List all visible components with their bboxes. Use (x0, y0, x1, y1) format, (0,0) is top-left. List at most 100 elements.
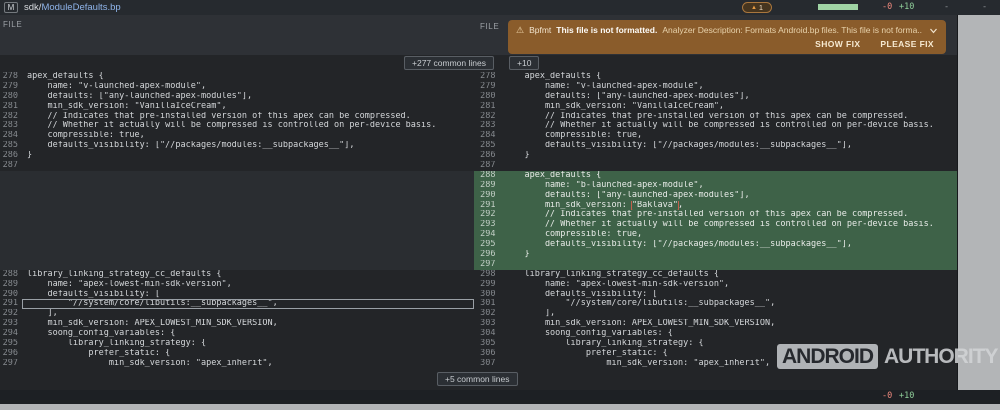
diff-row-added: 295 defaults_visibility: ["//packages/mo… (0, 240, 957, 250)
banner-title: This file is not formatted. (556, 25, 657, 35)
left-code-line: library_linking_strategy: { (22, 339, 474, 349)
right-line-number[interactable]: 305 (474, 339, 503, 349)
right-code-line: defaults_visibility: [ (502, 290, 957, 300)
right-line-number[interactable]: 284 (474, 131, 503, 141)
right-line-number[interactable]: 307 (474, 359, 503, 369)
left-line-number[interactable]: 285 (0, 141, 22, 151)
left-line-number[interactable]: 293 (0, 319, 22, 329)
warning-count-badge[interactable]: ▲ 1 (742, 2, 772, 13)
right-code-line: compressible: true, (502, 131, 957, 141)
right-code-line: "//system/core/libutils:__subpackages__"… (502, 299, 957, 309)
expand-ten-lines-button[interactable]: +10 (509, 56, 539, 70)
banner-description: Analyzer Description: Formats Android.bp… (662, 25, 922, 35)
right-line-number[interactable]: 280 (474, 92, 503, 102)
left-line-number[interactable]: 283 (0, 121, 22, 131)
right-line-number[interactable]: 281 (474, 102, 503, 112)
left-line-number[interactable]: 288 (0, 270, 22, 280)
right-line-number[interactable]: 302 (474, 309, 503, 319)
right-code-line-added (502, 260, 957, 270)
left-line-number[interactable]: 287 (0, 161, 22, 171)
right-line-number[interactable]: 290 (474, 191, 503, 201)
right-line-number[interactable]: 296 (474, 250, 503, 260)
left-blank-cell (22, 240, 474, 250)
file-header-label-right: FILE (480, 22, 499, 31)
left-line-number[interactable]: 292 (0, 309, 22, 319)
left-blank-cell (22, 181, 474, 191)
diff-row-context: 293 min_sdk_version: APEX_LOWEST_MIN_SDK… (0, 319, 957, 329)
chevron-down-icon[interactable] (929, 26, 938, 35)
right-line-number[interactable]: 288 (474, 171, 503, 181)
right-code-line: // Whether it actually will be compresse… (502, 121, 957, 131)
left-code-line: // Whether it actually will be compresse… (22, 121, 474, 131)
left-blank-gutter (0, 220, 22, 230)
right-line-number[interactable]: 295 (474, 240, 503, 250)
left-line-number[interactable]: 278 (0, 72, 22, 82)
expand-five-common-lines-button[interactable]: +5 common lines (437, 372, 518, 386)
left-line-number[interactable]: 290 (0, 290, 22, 300)
right-line-number[interactable]: 294 (474, 230, 503, 240)
left-blank-gutter (0, 210, 22, 220)
left-code-line: defaults: ["any-launched-apex-modules"], (22, 92, 474, 102)
right-line-number[interactable]: 299 (474, 280, 503, 290)
right-line-number[interactable]: 301 (474, 299, 503, 309)
right-code-line-added: defaults_visibility: ["//packages/module… (502, 240, 957, 250)
diff-row-context: 283 // Whether it actually will be compr… (0, 121, 957, 131)
diff-row-context: 282 // Indicates that pre-installed vers… (0, 112, 957, 122)
left-line-number[interactable]: 291 (0, 299, 22, 309)
right-code-line: prefer_static: { (502, 349, 957, 359)
right-line-number[interactable]: 282 (474, 112, 503, 122)
right-line-number[interactable]: 287 (474, 161, 503, 171)
right-line-number[interactable]: 291 (474, 201, 503, 211)
diff-row-context: 279 name: "v-launched-apex-module",279 n… (0, 82, 957, 92)
right-line-number[interactable]: 279 (474, 82, 503, 92)
right-code-line: name: "apex-lowest-min-sdk-version", (502, 280, 957, 290)
right-code-line (502, 161, 957, 171)
diff-row-added: 291 min_sdk_version: "Baklava", (0, 201, 957, 211)
right-line-number[interactable]: 289 (474, 181, 503, 191)
right-line-number[interactable]: 300 (474, 290, 503, 300)
left-line-number[interactable]: 281 (0, 102, 22, 112)
right-line-number[interactable]: 306 (474, 349, 503, 359)
warning-icon: ⚠ (516, 25, 524, 35)
right-line-number[interactable]: 283 (474, 121, 503, 131)
lint-warning-banner[interactable]: ⚠ Bpfmt This file is not formatted. Anal… (508, 20, 946, 54)
left-line-number[interactable]: 279 (0, 82, 22, 92)
right-code-line-added: apex_defaults { (502, 171, 957, 181)
please-fix-button[interactable]: PLEASE FIX (880, 39, 934, 49)
right-line-number[interactable]: 297 (474, 260, 503, 270)
right-line-number[interactable]: 292 (474, 210, 503, 220)
left-blank-cell (22, 171, 474, 181)
left-code-line: // Indicates that pre-installed version … (22, 112, 474, 122)
left-blank-cell (22, 230, 474, 240)
left-blank-gutter (0, 171, 22, 181)
left-line-number[interactable]: 280 (0, 92, 22, 102)
right-line-number[interactable]: 278 (474, 72, 503, 82)
file-path[interactable]: sdk/ModuleDefaults.bp (24, 2, 121, 13)
right-line-number[interactable]: 293 (474, 220, 503, 230)
left-blank-cell (22, 260, 474, 270)
left-line-number[interactable]: 286 (0, 151, 22, 161)
file-path-name[interactable]: ModuleDefaults.bp (41, 2, 120, 13)
warning-count: 1 (759, 4, 763, 12)
left-line-number[interactable]: 282 (0, 112, 22, 122)
left-code-line: prefer_static: { (22, 349, 474, 359)
show-fix-button[interactable]: SHOW FIX (815, 39, 860, 49)
diff-row-context: 289 name: "apex-lowest-min-sdk-version",… (0, 280, 957, 290)
left-line-number[interactable]: 289 (0, 280, 22, 290)
right-line-number[interactable]: 303 (474, 319, 503, 329)
diff-row-context: 291 "//system/core/libutils:__subpackage… (0, 299, 957, 309)
left-line-number[interactable]: 284 (0, 131, 22, 141)
left-line-number[interactable]: 297 (0, 359, 22, 369)
right-line-number[interactable]: 285 (474, 141, 503, 151)
left-line-number[interactable]: 295 (0, 339, 22, 349)
right-line-number[interactable]: 298 (474, 270, 503, 280)
right-line-number[interactable]: 304 (474, 329, 503, 339)
right-code-line: } (502, 151, 957, 161)
diff-row-added: 296} (0, 250, 957, 260)
left-line-number[interactable]: 296 (0, 349, 22, 359)
expand-common-lines-button[interactable]: +277 common lines (404, 56, 494, 70)
right-line-number[interactable]: 286 (474, 151, 503, 161)
left-code-line: name: "v-launched-apex-module", (22, 82, 474, 92)
left-line-number[interactable]: 294 (0, 329, 22, 339)
right-code-line-added: defaults: ["any-launched-apex-modules"], (502, 191, 957, 201)
